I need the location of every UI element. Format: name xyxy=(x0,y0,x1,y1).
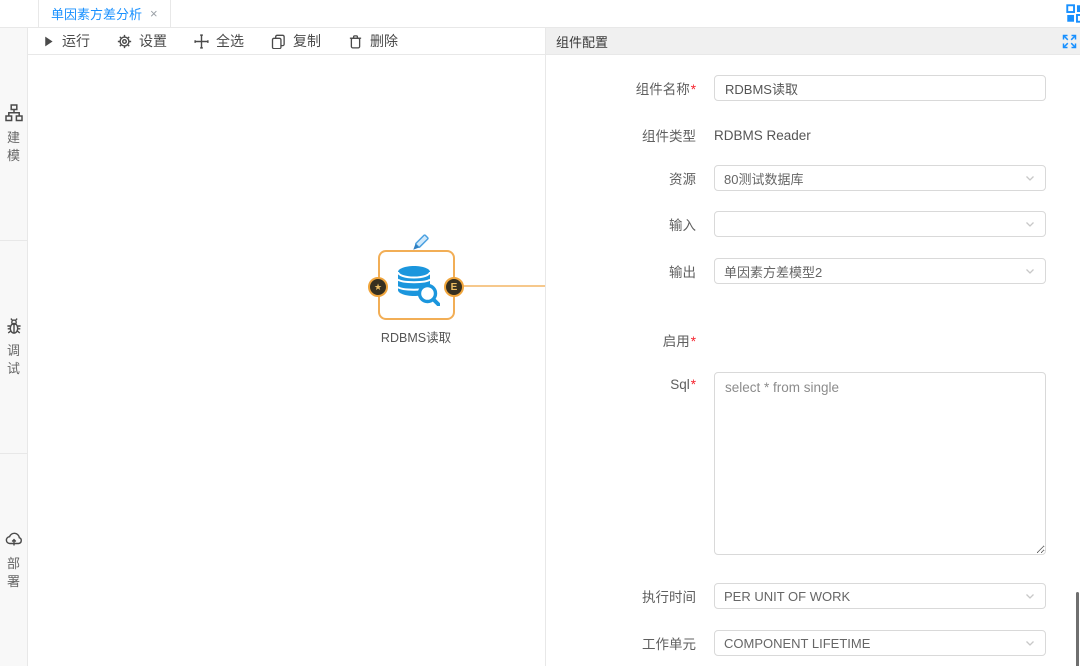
exec-time-label: 执行时间 xyxy=(642,590,696,605)
work-unit-label: 工作单元 xyxy=(642,637,696,652)
work-unit-select[interactable]: COMPONENT LIFETIME xyxy=(714,630,1046,656)
trash-icon xyxy=(348,34,363,49)
component-name-label: 组件名称 xyxy=(636,82,690,97)
output-port-glyph: E xyxy=(451,282,458,293)
component-type-label: 组件类型 xyxy=(642,129,696,144)
copy-icon xyxy=(271,34,286,49)
resource-value: 80测试数据库 xyxy=(724,169,803,188)
input-select[interactable] xyxy=(714,211,1046,237)
output-label: 输出 xyxy=(669,265,696,280)
canvas-toolbar: 运行 设置 xyxy=(28,28,545,55)
play-icon xyxy=(42,35,55,48)
node-output-port[interactable]: E xyxy=(444,277,464,297)
select-all-label: 全选 xyxy=(216,31,244,51)
config-form: 组件名称* 组件类型 RDBMS Reader 资源 80测试数据库 xyxy=(546,55,1080,666)
field-output: 输出 单因素方差模型2 xyxy=(546,258,1080,284)
check-icon xyxy=(721,345,731,355)
chevron-down-icon xyxy=(1024,172,1036,184)
field-sql: Sql* select * from single xyxy=(546,372,1080,560)
app-window: 单因素方差分析 × 建模 xyxy=(0,0,1080,666)
sql-textarea[interactable]: select * from single xyxy=(714,372,1046,555)
expand-icon[interactable] xyxy=(1062,34,1077,49)
sidebar-label-debug: 调试 xyxy=(7,342,21,377)
node-label: RDBMS读取 xyxy=(366,327,466,346)
run-label: 运行 xyxy=(62,31,90,51)
sidebar-item-debug[interactable]: 调试 xyxy=(0,240,27,453)
sidebar-label-deploy: 部署 xyxy=(7,555,21,590)
panel-title: 组件配置 xyxy=(556,32,608,51)
gear-icon xyxy=(117,34,132,49)
toggle-knob xyxy=(696,342,712,358)
tab-close-icon[interactable]: × xyxy=(150,6,158,21)
input-label: 输入 xyxy=(669,218,696,233)
apps-grid-icon[interactable] xyxy=(1066,4,1080,23)
field-component-name: 组件名称* xyxy=(546,75,1080,101)
chevron-down-icon xyxy=(1024,590,1036,602)
sidebar-item-deploy[interactable]: 部署 xyxy=(0,453,27,666)
connection-edge[interactable] xyxy=(454,285,545,287)
panel-scrollbar-thumb[interactable] xyxy=(1076,592,1079,666)
chevron-down-icon xyxy=(1024,218,1036,230)
exec-time-value: PER UNIT OF WORK xyxy=(724,589,850,604)
chevron-down-icon xyxy=(1024,265,1036,277)
sidebar-label-modeling: 建模 xyxy=(7,129,21,164)
component-name-input[interactable] xyxy=(714,75,1046,101)
select-all-icon xyxy=(194,34,209,49)
database-search-icon xyxy=(394,264,440,306)
config-panel: 组件配置 组件名称* 组件类型 RDBMS R xyxy=(545,28,1080,666)
sidebar-item-modeling[interactable]: 建模 xyxy=(0,28,27,240)
field-exec-time: 执行时间 PER UNIT OF WORK xyxy=(546,583,1080,609)
field-enabled: 启用* xyxy=(546,330,1080,350)
required-star: * xyxy=(691,334,696,349)
tab-bar: 单因素方差分析 × xyxy=(0,0,1080,28)
delete-button[interactable]: 删除 xyxy=(348,31,398,51)
input-port-glyph: ★ xyxy=(374,282,382,293)
run-button[interactable]: 运行 xyxy=(42,31,90,51)
copy-button[interactable]: 复制 xyxy=(271,31,321,51)
bug-icon xyxy=(5,317,23,335)
field-input: 输入 xyxy=(546,211,1080,237)
workspace: 运行 设置 xyxy=(28,28,545,666)
left-sidebar: 建模 调试 xyxy=(0,28,28,666)
tab-label: 单因素方差分析 xyxy=(51,4,142,23)
field-component-type: 组件类型 RDBMS Reader xyxy=(546,125,1080,145)
chevron-down-icon xyxy=(1024,637,1036,649)
required-star: * xyxy=(691,377,696,392)
work-unit-value: COMPONENT LIFETIME xyxy=(724,636,870,651)
output-value: 单因素方差模型2 xyxy=(724,262,822,281)
select-all-button[interactable]: 全选 xyxy=(194,31,244,51)
sql-label: Sql xyxy=(670,377,690,392)
resource-select[interactable]: 80测试数据库 xyxy=(714,165,1046,191)
cloud-upload-icon xyxy=(5,530,23,548)
field-resource: 资源 80测试数据库 xyxy=(546,165,1080,191)
exec-time-select[interactable]: PER UNIT OF WORK xyxy=(714,583,1046,609)
required-star: * xyxy=(691,82,696,97)
output-select[interactable]: 单因素方差模型2 xyxy=(714,258,1046,284)
settings-label: 设置 xyxy=(139,31,167,51)
resource-label: 资源 xyxy=(669,172,696,187)
field-work-unit: 工作单元 COMPONENT LIFETIME xyxy=(546,630,1080,656)
delete-label: 删除 xyxy=(370,31,398,51)
component-type-value: RDBMS Reader xyxy=(714,128,1046,143)
tab-anova[interactable]: 单因素方差分析 × xyxy=(38,0,171,27)
node-input-port[interactable]: ★ xyxy=(368,277,388,297)
copy-label: 复制 xyxy=(293,31,321,51)
settings-button[interactable]: 设置 xyxy=(117,31,167,51)
hierarchy-icon xyxy=(5,104,23,122)
flow-canvas[interactable]: ★ E RDBMS读取 xyxy=(28,55,545,666)
enabled-label: 启用 xyxy=(663,334,690,349)
config-panel-header: 组件配置 xyxy=(546,28,1080,55)
